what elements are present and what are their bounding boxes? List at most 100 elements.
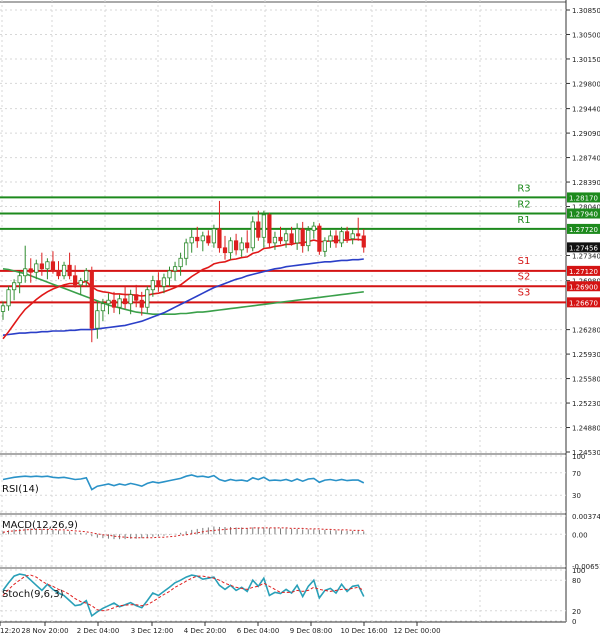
candle-body (167, 270, 172, 279)
candle-body (339, 231, 344, 244)
candle-body (222, 247, 228, 254)
candle-body (272, 236, 278, 244)
level-name-s3: S3 (518, 287, 531, 298)
candle-body (322, 240, 328, 252)
current-price-label: 1.27456 (569, 244, 598, 252)
x-tick-label: 28 Nov 20:00 (21, 627, 68, 635)
candle-body (67, 264, 72, 277)
candle-body (0, 305, 6, 312)
x-tick-label: 9 Dec 08:00 (290, 627, 333, 635)
y-tick-label: 1.24880 (572, 425, 600, 433)
candle-body (278, 236, 283, 242)
x-tick-label: 12 Dec 00:00 (393, 627, 440, 635)
y-tick-label: 1.30150 (572, 56, 600, 64)
stoch-tick-label: 0 (572, 618, 576, 626)
rsi-tick-label: 30 (572, 492, 581, 500)
stoch-tick-label: 100 (572, 567, 585, 575)
candle-body (206, 235, 211, 244)
candle-body (156, 280, 161, 287)
x-tick-label: 3 Dec 12:00 (131, 627, 174, 635)
candle-body (178, 257, 183, 268)
candle-body (23, 268, 28, 277)
candle-body (73, 275, 78, 286)
candle-body (261, 214, 266, 238)
level-name-s1: S1 (518, 256, 531, 267)
candle-body (295, 228, 300, 244)
level-value-label: 1.27120 (569, 268, 598, 276)
candle-body (78, 280, 83, 286)
candle-body (100, 303, 105, 312)
y-tick-label: 1.28390 (572, 179, 600, 187)
rsi-tick-label: 70 (572, 470, 581, 478)
level-name-s2: S2 (518, 271, 531, 282)
candle-body (6, 289, 11, 307)
candle-body (333, 235, 339, 244)
candle-body (150, 280, 155, 291)
candle-body (200, 235, 205, 242)
level-value-label: 1.27940 (569, 211, 598, 219)
candle-body (256, 221, 261, 238)
candle-body (50, 261, 56, 272)
level-name-r1: R1 (517, 215, 530, 226)
candle-body (245, 242, 250, 249)
candle-body (28, 268, 33, 273)
macd-tick-label: 0.003749 (572, 513, 600, 521)
chart-area: 1.30850 1.30500 1.30150 1.29800 1.29440 1.290… (0, 0, 600, 639)
candle-body (233, 240, 239, 251)
x-tick-label: 12:20 (0, 627, 20, 635)
candle-body (306, 229, 311, 247)
candle-body (84, 270, 89, 282)
y-tick-label: 1.29800 (572, 80, 600, 88)
candle-body (361, 235, 366, 248)
candle-body (283, 233, 289, 242)
y-tick-label: 1.30850 (572, 7, 600, 15)
candle-body (211, 228, 216, 244)
y-tick-label: 1.28740 (572, 155, 600, 163)
candle-body (267, 214, 272, 244)
candle-body (111, 299, 117, 308)
candle-body (123, 298, 128, 305)
y-tick-label: 1.29440 (572, 106, 600, 114)
candle-body (95, 310, 100, 329)
y-tick-label: 1.30500 (572, 31, 600, 39)
y-tick-label: 1.26280 (572, 327, 600, 335)
candle-body (289, 233, 294, 244)
candle-body (250, 221, 255, 249)
level-value-label: 1.26900 (569, 283, 598, 291)
chart-svg: 1.30850 1.30500 1.30150 1.29800 1.29440 1.290… (0, 0, 600, 635)
y-tick-label: 1.27340 (572, 252, 600, 260)
candle-body (300, 228, 305, 247)
candle-body (34, 263, 39, 273)
candle-body (139, 299, 144, 308)
level-name-r2: R2 (517, 200, 530, 211)
level-value-label: 1.26670 (569, 299, 598, 307)
candle-body (172, 266, 178, 272)
candle-body (61, 264, 67, 277)
candle-body (106, 299, 111, 305)
stoch-tick-label: 80 (572, 577, 581, 585)
candle-body (228, 240, 233, 254)
x-tick-label: 4 Dec 20:00 (184, 627, 227, 635)
candle-body (17, 275, 22, 284)
candle-body (39, 263, 44, 270)
candle-body (217, 228, 222, 249)
candle-body (350, 233, 355, 240)
candle-body (56, 270, 61, 277)
candle-body (45, 261, 50, 270)
candle-body (11, 282, 17, 291)
candle-body (134, 294, 139, 301)
stoch-title: Stoch(9,6,3) (2, 589, 64, 600)
candle-body (328, 235, 333, 242)
macd-tick-label: 0.00 (572, 531, 588, 539)
candle-body (356, 233, 361, 237)
candle-body (161, 277, 167, 287)
macd-title: MACD(12,26,9) (2, 520, 78, 531)
candle-body (117, 298, 122, 308)
y-tick-label: 1.25580 (572, 376, 600, 384)
candle-body (311, 225, 316, 231)
candle-body (184, 242, 189, 259)
level-name-r3: R3 (517, 183, 530, 194)
level-value-label: 1.28170 (569, 194, 598, 202)
candle-body (89, 270, 94, 329)
x-tick-label: 10 Dec 16:00 (340, 627, 387, 635)
